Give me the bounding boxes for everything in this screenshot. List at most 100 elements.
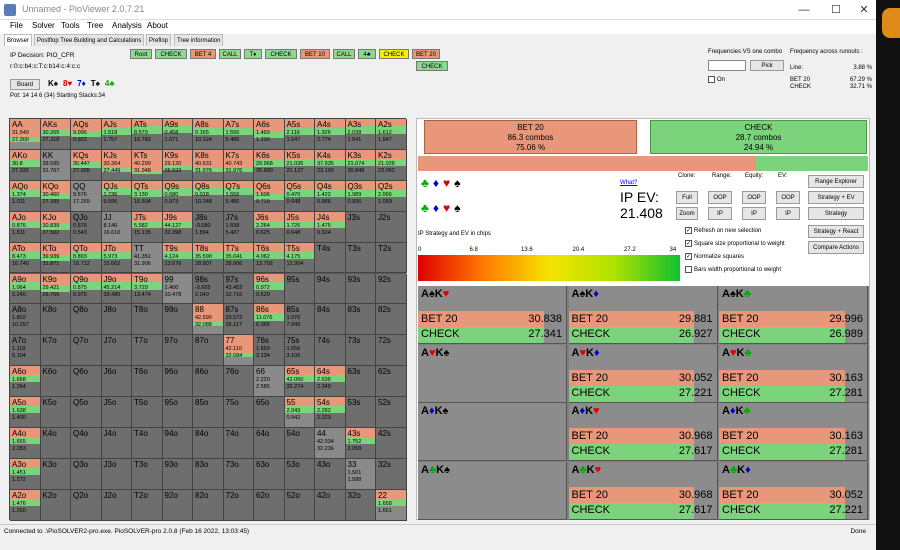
range-cell[interactable]: KJo 30.839 27.502 (40, 211, 71, 243)
range-cell[interactable]: 64o (254, 428, 285, 459)
range-cell[interactable]: K3o (40, 458, 71, 490)
clone-full-button[interactable]: Full (676, 191, 698, 204)
range-cell[interactable]: 88 42.590 32.088 (193, 304, 224, 336)
combo-input[interactable] (708, 60, 746, 71)
strategy-ev-button[interactable]: Strategy + EV (808, 191, 864, 204)
range-cell[interactable]: 99 1.400 10.478 (162, 273, 193, 305)
range-cell[interactable]: T6s 4.062 13.792 (254, 242, 285, 274)
range-cell[interactable]: TT 41.351 31.906 (132, 242, 163, 274)
range-cell[interactable]: J2o (101, 489, 132, 521)
range-cell[interactable]: KQs 30.447 27.395 (71, 149, 102, 181)
range-cell[interactable]: A4o 1.665 2.283 (10, 428, 41, 459)
what-link[interactable]: What? (620, 180, 637, 186)
menu-tree[interactable]: Tree (87, 21, 103, 30)
range-cell[interactable]: Q9s 0.680 0.973 (162, 180, 193, 212)
clone-zoom-button[interactable]: Zoom (676, 207, 698, 220)
range-cell[interactable]: A7o 1.118 5.104 (10, 335, 41, 367)
range-cell[interactable]: J7o (101, 335, 132, 367)
range-cell[interactable]: K8o (40, 304, 71, 336)
range-cell[interactable]: A5o 1.638 1.400 (10, 397, 41, 428)
range-cell[interactable]: 96o (162, 366, 193, 398)
combo-cell[interactable]: A♥K♣ BET 20 30.163 CHECK 27.281 (719, 344, 868, 403)
menu-tools[interactable]: Tools (61, 21, 80, 30)
bet-20-summary[interactable]: BET 20 86.3 combos 75.06 % (424, 120, 637, 154)
tab-3[interactable]: Tree information (174, 34, 224, 46)
range-cell[interactable]: K2o (40, 489, 71, 521)
path-step[interactable]: CHECK (155, 49, 187, 59)
suit-3-icon[interactable]: ♠ (454, 176, 460, 190)
range-cell[interactable]: Q5s 0.470 0.648 (284, 180, 315, 212)
range-cell[interactable]: J3s (345, 211, 376, 243)
range-cell[interactable]: T9s 4.124 13.676 (162, 242, 193, 274)
range-cell[interactable]: Q9o 0.875 0.975 (71, 273, 102, 305)
range-cell[interactable]: T4o (132, 428, 163, 459)
range-cell[interactable]: ATo 8.473 16.740 (10, 242, 41, 274)
range-cell[interactable]: 73s (345, 335, 376, 367)
range-cell[interactable]: 63o (254, 458, 285, 490)
range-cell[interactable]: J9o 45.214 33.480 (101, 273, 132, 305)
range-cell[interactable]: AQo 1.374 1.011 (10, 180, 41, 212)
ev-ip-button[interactable]: IP (776, 207, 800, 220)
range-cell[interactable]: QJo 0.576 0.543 (71, 211, 102, 243)
range-cell[interactable]: Q8o (71, 304, 102, 336)
range-cell[interactable]: 95s (284, 273, 315, 305)
range-cell[interactable]: A6s 1.493 1.239 (254, 119, 285, 150)
range-cell[interactable]: T8o (132, 304, 163, 336)
range-cell[interactable]: T6o (132, 366, 163, 398)
option-checkbox[interactable]: ✓ Refresh on new selection (685, 227, 761, 234)
range-cell[interactable]: JTo 5.973 15.062 (101, 242, 132, 274)
range-cell[interactable]: K2s 21.026 23.062 (376, 149, 407, 181)
range-cell[interactable]: QQ 9.576 17.269 (71, 180, 102, 212)
range-cell[interactable]: Q4o (71, 428, 102, 459)
path-step[interactable]: CALL (333, 49, 355, 59)
range-cell[interactable]: T3o (132, 458, 163, 490)
combo-cell[interactable]: A♣K♥ BET 20 30.968 CHECK 27.617 (568, 461, 718, 520)
range-cell[interactable]: 32o (345, 489, 376, 521)
range-cell[interactable]: J6s 2.264 0.625 (254, 211, 285, 243)
path-step[interactable]: T♦ (244, 49, 262, 59)
range-cell[interactable]: J9s 44.127 33.398 (162, 211, 193, 243)
range-cell[interactable]: J8o (101, 304, 132, 336)
range-cell[interactable]: AQs 9.096 0.922 (71, 119, 102, 150)
combo-cell[interactable]: A♠K♥ BET 20 30.838 CHECK 27.341 (418, 286, 567, 344)
range-cell[interactable]: QTs 3.130 16.504 (132, 180, 163, 212)
range-cell[interactable]: 42o (315, 489, 346, 521)
range-cell[interactable]: A9o 1.064 2.240 (10, 273, 41, 305)
range-cell[interactable]: A8o 1.802 10.257 (10, 304, 41, 336)
combo-cell[interactable]: A♣K♠ (418, 461, 567, 520)
range-cell[interactable]: 62o (254, 489, 285, 521)
strategy-button[interactable]: Strategy (808, 207, 864, 220)
range-cell[interactable]: J5o (101, 397, 132, 428)
range-cell[interactable]: K5o (40, 397, 71, 428)
range-cell[interactable]: A2s 1.612 1.547 (376, 119, 407, 150)
range-cell[interactable]: 86o (193, 366, 224, 398)
range-cell[interactable]: QTo 8.893 16.712 (71, 242, 102, 274)
check-summary[interactable]: CHECK 28.7 combos 24.94 % (650, 120, 867, 154)
range-cell[interactable]: AJs 1.518 1.757 (101, 119, 132, 150)
range-cell[interactable]: A2o 1.476 1.260 (10, 489, 41, 521)
path-step[interactable]: BET 4 (190, 49, 216, 59)
range-cell[interactable]: J8s -0.080 1.894 (193, 211, 224, 243)
suit-2-icon[interactable]: ♥ (443, 176, 450, 190)
range-cell[interactable]: K5s 21.026 21.127 (284, 149, 315, 181)
range-cell[interactable]: Q8s 0.018 10.348 (193, 180, 224, 212)
range-cell[interactable]: 43s 1.752 2.058 (345, 428, 376, 459)
range-oop-button[interactable]: OOP (708, 191, 732, 204)
range-cell[interactable]: 96s 0.972 0.520 (254, 273, 285, 305)
path-check-button[interactable]: CHECK (416, 61, 448, 71)
range-cell[interactable]: 84s (315, 304, 346, 336)
range-cell[interactable]: 62s (376, 366, 407, 398)
range-cell[interactable]: A6o 1.668 1.264 (10, 366, 41, 398)
range-cell[interactable]: 52s (376, 397, 407, 428)
range-cell[interactable]: 97o (162, 335, 193, 367)
menu-about[interactable]: About (147, 21, 168, 30)
range-cell[interactable]: Q7o (71, 335, 102, 367)
range-cell[interactable]: KTs 40.299 31.948 (132, 149, 163, 181)
compare-actions-button[interactable]: Compare Actions (808, 241, 864, 254)
range-cell[interactable]: KQo 30.460 27.395 (40, 180, 71, 212)
range-cell[interactable]: 65o (254, 397, 285, 428)
range-cell[interactable]: JTs 5.582 15.135 (132, 211, 163, 243)
range-cell[interactable]: T9o 3.729 13.474 (132, 273, 163, 305)
range-cell[interactable]: T5o (132, 397, 163, 428)
range-cell[interactable]: ATs 8.579 16.783 (132, 119, 163, 150)
